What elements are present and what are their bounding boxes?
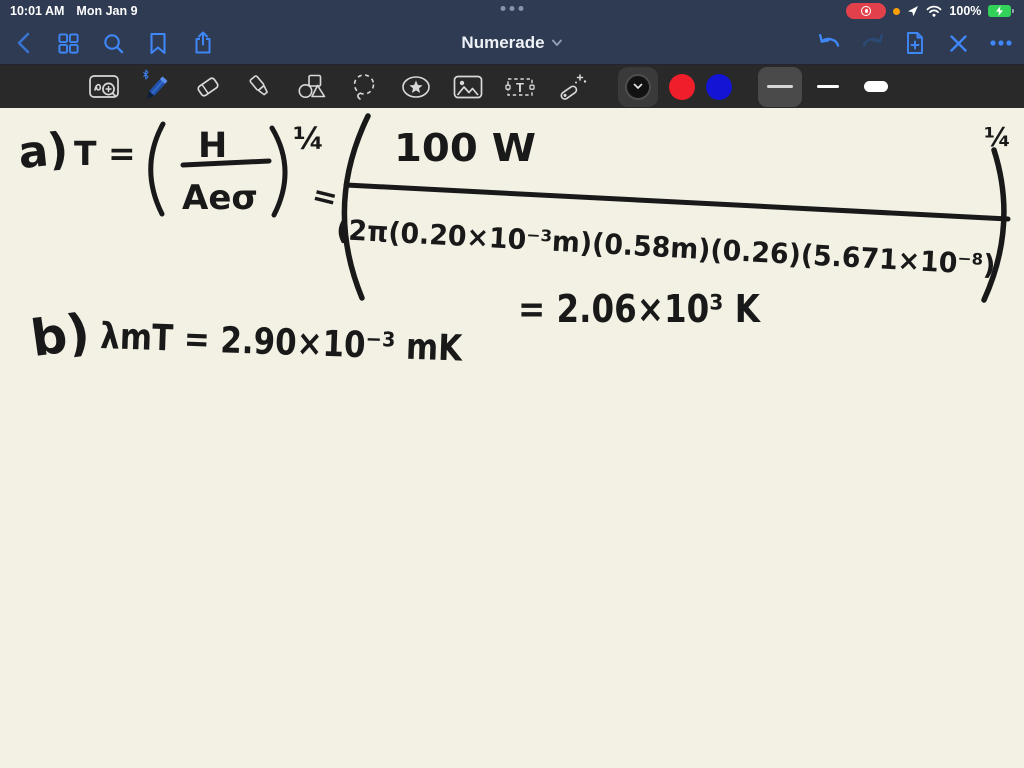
highlighter-tool[interactable]	[242, 68, 278, 106]
part-a-result: = 2.06×10³ K	[518, 287, 761, 331]
more-button[interactable]	[988, 28, 1014, 58]
ink-color-red[interactable]	[669, 73, 695, 100]
text-icon: T	[505, 77, 535, 96]
handwriting-layer: a) T = H Aeσ ¼ = 100 W (2π(0.20×10⁻³m)(0…	[16, 113, 1011, 370]
inner-numerator: H	[198, 126, 227, 166]
bookmark-icon	[150, 32, 166, 54]
ink-color-group	[618, 66, 732, 107]
share-icon	[195, 31, 211, 54]
drawing-toolbar: T	[0, 64, 1024, 108]
chevron-left-icon	[17, 32, 29, 54]
chevron-down-icon	[633, 83, 643, 89]
inner-fraction-bar	[180, 158, 272, 168]
screen-recording-icon[interactable]	[846, 3, 887, 19]
redo-button[interactable]	[859, 28, 885, 58]
star-icon	[402, 75, 430, 98]
favorites-tool[interactable]	[398, 68, 434, 106]
outer-exponent: ¼	[984, 123, 1011, 153]
stroke-width-thin[interactable]	[806, 67, 850, 107]
add-page-icon	[907, 32, 923, 54]
back-button[interactable]	[10, 28, 36, 58]
part-b-label: b)	[27, 303, 93, 369]
date: Mon Jan 9	[76, 4, 138, 18]
stroke-width-group	[758, 66, 898, 107]
clock: 10:01 AM	[10, 4, 65, 18]
svg-text:T: T	[516, 80, 524, 95]
eraser-icon	[197, 76, 219, 97]
zoom-writing-icon	[89, 74, 119, 98]
undo-button[interactable]	[816, 28, 842, 58]
note-canvas[interactable]: a) T = H Aeσ ¼ = 100 W (2π(0.20×10⁻³m)(0…	[0, 108, 1024, 768]
close-icon	[949, 34, 967, 52]
outer-fraction-bar	[343, 182, 1011, 222]
part-b-equation: λmT = 2.90×10⁻³ mK	[100, 316, 464, 370]
eraser-tool[interactable]	[190, 68, 226, 106]
undo-icon	[818, 34, 839, 47]
stroke-width-medium[interactable]	[758, 66, 802, 107]
shapes-icon	[298, 74, 326, 98]
chevron-down-icon	[552, 39, 562, 46]
outer-open-paren-stroke	[341, 113, 371, 301]
pointer-tool[interactable]	[554, 68, 590, 106]
part-a-lhs: T =	[74, 134, 136, 173]
shapes-tool[interactable]	[294, 68, 330, 106]
pen-tool[interactable]	[138, 68, 174, 106]
notability-app: 10:01 AM Mon Jan 9 100% Numerade T a) T …	[0, 0, 1024, 768]
ink-color-blue[interactable]	[706, 73, 732, 100]
outer-denominator: (2π(0.20×10⁻³m)(0.58m)(0.26)(5.671×10⁻⁸)	[335, 213, 996, 282]
multitasking-indicator-icon	[500, 6, 524, 11]
location-arrow-icon	[908, 6, 919, 17]
wifi-icon	[927, 5, 942, 17]
share-button[interactable]	[190, 28, 216, 58]
battery-percent: 100%	[949, 4, 982, 18]
redo-icon	[862, 34, 883, 47]
close-button[interactable]	[945, 28, 971, 58]
page-title: Numerade	[461, 33, 545, 52]
wand-icon	[560, 73, 587, 100]
privacy-indicator-icon	[893, 7, 901, 15]
search-button[interactable]	[100, 28, 126, 58]
media-tool[interactable]	[450, 68, 486, 106]
ellipsis-icon	[990, 40, 1012, 46]
status-bar: 10:01 AM Mon Jan 9 100%	[0, 0, 1024, 22]
pen-icon	[143, 69, 168, 99]
battery-charging-icon	[988, 5, 1014, 17]
inner-open-paren-stroke	[148, 121, 166, 217]
zoom-writing-tool[interactable]	[86, 68, 122, 106]
equals-sign: =	[308, 177, 341, 217]
bookmark-button[interactable]	[145, 28, 171, 58]
ink-color-black[interactable]	[618, 66, 658, 107]
inner-exponent: ¼	[293, 122, 324, 157]
add-page-button[interactable]	[902, 28, 928, 58]
note-title-menu[interactable]: Numerade	[461, 22, 562, 64]
lasso-tool[interactable]	[346, 68, 382, 106]
outer-numerator: 100 W	[394, 126, 536, 170]
part-a-label: a)	[16, 123, 71, 179]
nav-bar: Numerade	[0, 22, 1024, 64]
inner-denominator: Aeσ	[182, 178, 258, 218]
inner-close-paren-stroke	[269, 125, 288, 218]
text-tool[interactable]: T	[502, 68, 538, 106]
image-icon	[453, 75, 483, 98]
lasso-icon	[353, 73, 375, 100]
search-icon	[103, 33, 123, 53]
pages-grid-button[interactable]	[55, 28, 81, 58]
stroke-width-thick[interactable]	[854, 67, 898, 107]
highlighter-icon	[249, 74, 268, 95]
grid-icon	[57, 32, 79, 54]
bluetooth-icon	[143, 69, 149, 79]
